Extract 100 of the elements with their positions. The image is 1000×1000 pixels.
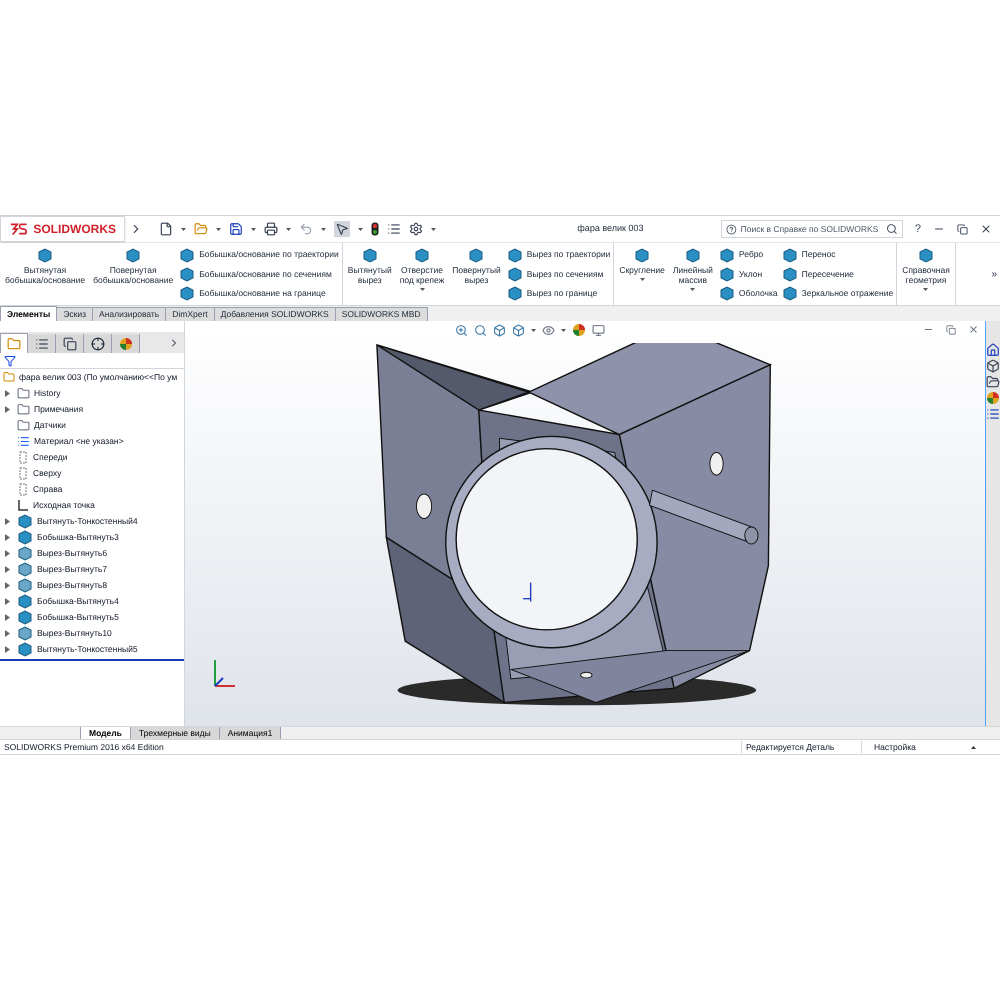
toolbar-command-button[interactable]: Вырез по границе — [506, 285, 610, 302]
toolbar-command-button[interactable]: Вырез по сечениям — [506, 266, 610, 282]
toolbar-command-button[interactable]: Вытянутая бобышка/основание — [3, 243, 88, 305]
folder-icon — [17, 418, 30, 432]
printer-icon[interactable] — [264, 222, 278, 236]
app-logo[interactable]: SOLIDWORKS — [0, 216, 125, 242]
monitor-icon[interactable] — [592, 324, 605, 336]
panel-tab[interactable] — [28, 334, 56, 353]
tree-item[interactable]: Вытянуть-Тонкостенный4 — [0, 513, 184, 529]
zoom-icon[interactable] — [455, 324, 468, 336]
tree-item[interactable]: Сверху — [0, 465, 184, 481]
expand-arrow-icon[interactable] — [5, 630, 10, 636]
new-file-icon[interactable] — [159, 222, 173, 236]
close-icon[interactable] — [968, 324, 979, 335]
model-tab[interactable]: Анимация1 — [220, 727, 282, 739]
eye-icon[interactable] — [542, 324, 555, 336]
expand-arrow-icon[interactable] — [5, 550, 10, 556]
solid-block-icon — [684, 247, 701, 263]
tree-item[interactable]: Датчики — [0, 417, 184, 433]
model-tab[interactable]: Модель — [80, 726, 131, 740]
toolbar-command-button[interactable]: Вырез по траектории — [506, 246, 610, 263]
expand-arrow-icon[interactable] — [5, 534, 10, 540]
model-tab[interactable]: Трехмерные виды — [130, 727, 220, 739]
edition-label: SOLIDWORKS Premium 2016 x64 Edition — [3, 740, 164, 754]
toolbar-command-button[interactable]: Бобышка/основание по сечениям — [179, 266, 339, 282]
tree-root-item[interactable]: фара велик 003 (По умолчанию<<По ум — [0, 369, 184, 385]
expand-arrow-icon[interactable] — [5, 566, 10, 572]
toolbar-command-button[interactable]: Бобышка/основание на границе — [179, 285, 339, 302]
expand-arrow-icon[interactable] — [5, 406, 10, 412]
filter-field[interactable] — [0, 353, 184, 369]
ribbon-tab[interactable]: Добавления SOLIDWORKS — [214, 307, 336, 321]
more-commands-button[interactable]: » — [987, 266, 997, 282]
ribbon-tab[interactable]: Элементы — [0, 306, 58, 321]
list-icon[interactable] — [986, 407, 1000, 421]
graphics-viewport[interactable] — [185, 321, 985, 726]
ribbon-tab[interactable]: DimXpert — [166, 307, 215, 321]
tree-item[interactable]: Вырез-Вытянуть7 — [0, 561, 184, 577]
tree-item[interactable]: Бобышка-Вытянуть5 — [0, 609, 184, 625]
toolbar-command-button[interactable]: Повернутая бобышка/основание — [91, 243, 176, 305]
traffic-light-icon[interactable] — [371, 222, 379, 236]
cube-icon[interactable] — [512, 324, 525, 336]
toolbar-command-button[interactable]: Перенос — [782, 246, 894, 263]
tree-item[interactable]: Вырез-Вытянуть8 — [0, 577, 184, 593]
restore-icon[interactable] — [957, 224, 968, 234]
cube-icon[interactable] — [986, 359, 1000, 373]
solid-block-icon — [179, 285, 196, 302]
tree-item[interactable]: Вытянуть-Тонкостенный5 — [0, 641, 184, 657]
tree-item[interactable]: Бобышка-Вытянуть4 — [0, 593, 184, 609]
settings-menu-button[interactable]: Настройка — [861, 740, 971, 754]
list-icon[interactable] — [387, 222, 401, 236]
ribbon-tab[interactable]: SOLIDWORKS MBD — [336, 307, 428, 321]
solid-block-icon — [17, 513, 33, 529]
toolbar-command-button[interactable]: Бобышка/основание по траектории — [179, 246, 339, 263]
pages-icon — [62, 336, 76, 350]
search-field[interactable]: Поиск в Справке по SOLIDWORKS — [720, 220, 903, 238]
toolbar-command-button[interactable]: Пересечение — [782, 266, 894, 282]
open-folder-icon[interactable] — [986, 375, 1000, 389]
pointer-icon[interactable] — [334, 221, 350, 237]
caret-up-icon[interactable] — [971, 746, 976, 748]
ribbon-tab[interactable]: Анализировать — [93, 307, 166, 321]
toolbar-command-button[interactable]: Вытянутый вырез — [346, 243, 394, 305]
tree-item[interactable]: Вырез-Вытянуть6 — [0, 545, 184, 561]
filter-icon — [4, 354, 16, 366]
save-icon[interactable] — [229, 222, 243, 236]
logo-mark-icon — [9, 221, 30, 237]
help-button[interactable]: ? — [914, 220, 921, 238]
tree-item[interactable]: Справа — [0, 481, 184, 497]
close-icon[interactable] — [980, 223, 992, 235]
panel-tab[interactable] — [84, 334, 112, 353]
caret-icon — [561, 328, 566, 332]
toolbar-command-button[interactable]: Повернутый вырез — [450, 243, 503, 305]
tree-item[interactable]: Спереди — [0, 449, 184, 465]
undo-icon[interactable] — [299, 222, 313, 236]
tree-item[interactable]: Вырез-Вытянуть10 — [0, 625, 184, 641]
restore-icon[interactable] — [946, 324, 956, 334]
settings-icon[interactable] — [409, 222, 423, 236]
tree-item[interactable]: Материал <не указан> — [0, 433, 184, 449]
toolbar-command-button[interactable]: Справочная геометрия — [900, 243, 952, 305]
cube-icon[interactable] — [493, 324, 506, 336]
toolbar-command-button[interactable]: Зеркальное отражение — [782, 285, 894, 302]
panel-tab[interactable] — [56, 334, 84, 353]
toolbar-command-button[interactable]: Ребро — [718, 246, 778, 263]
tree-item[interactable]: Исходная точка — [0, 497, 184, 513]
toolbar-command-button[interactable]: Скругление — [617, 243, 667, 305]
expand-arrow-icon[interactable] — [5, 518, 10, 524]
expand-arrow-icon[interactable] — [5, 582, 10, 588]
expand-arrow-icon[interactable] — [5, 598, 10, 604]
tree-item[interactable]: History — [0, 385, 184, 401]
tree-item[interactable]: Примечания — [0, 401, 184, 417]
ribbon-tab[interactable]: Эскиз — [57, 307, 94, 321]
toolbar-command-button[interactable]: Линейный массив — [670, 243, 715, 305]
home-icon[interactable] — [986, 343, 1000, 357]
zoom-area-icon[interactable] — [474, 324, 487, 336]
expand-arrow-icon[interactable] — [5, 646, 10, 652]
toolbar-command-button[interactable]: Отверстие под крепеж — [398, 243, 446, 305]
toolbar-command-button[interactable]: Уклон — [718, 266, 778, 282]
expand-arrow-icon[interactable] — [5, 614, 10, 620]
tree-item[interactable]: Бобышка-Вытянуть3 — [0, 529, 184, 545]
expand-arrow-icon[interactable] — [5, 390, 10, 396]
toolbar-command-button[interactable]: Оболочка — [718, 285, 778, 302]
